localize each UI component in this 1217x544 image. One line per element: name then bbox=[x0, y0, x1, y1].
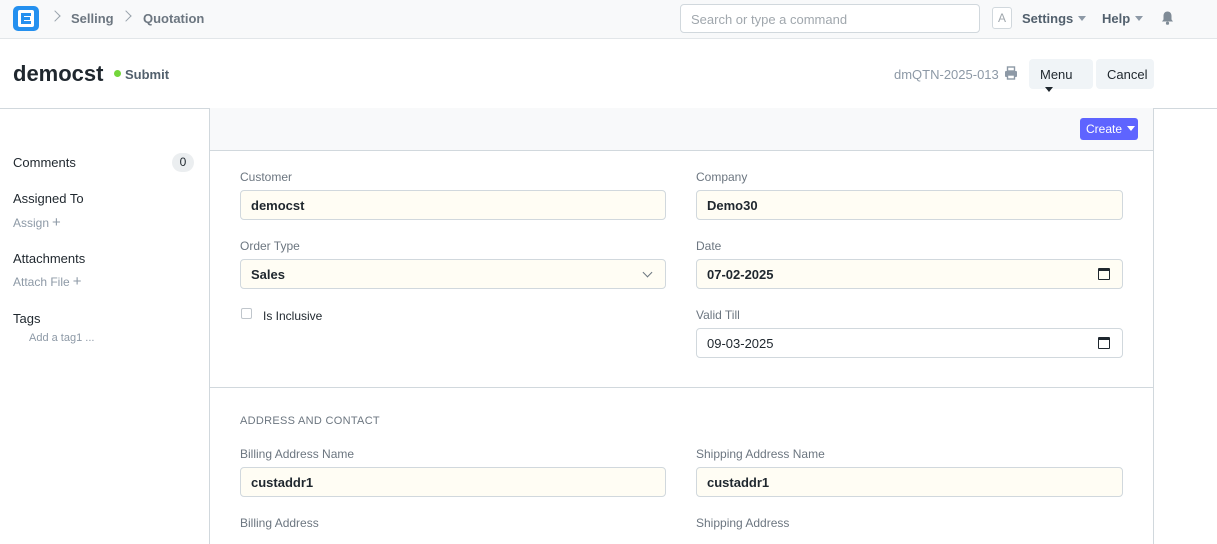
caret-down-icon bbox=[1135, 16, 1144, 21]
printer-icon[interactable] bbox=[1004, 66, 1018, 80]
status-indicator-icon bbox=[114, 70, 121, 77]
billing-address-label: Billing Address bbox=[240, 516, 319, 530]
section-heading-address[interactable]: ADDRESS AND CONTACT bbox=[240, 415, 380, 427]
plus-icon: + bbox=[72, 273, 82, 290]
top-navbar: Selling Quotation Search or type a comma… bbox=[0, 0, 1217, 39]
settings-dropdown[interactable]: Settings bbox=[1022, 11, 1087, 26]
plus-icon: + bbox=[52, 214, 61, 231]
breadcrumb-selling[interactable]: Selling bbox=[71, 11, 114, 26]
valid-till-value: 09-03-2025 bbox=[707, 336, 774, 351]
form-toolbar: Create bbox=[210, 108, 1153, 151]
sidebar-attachments-label: Attachments bbox=[13, 251, 86, 266]
comments-count-badge: 0 bbox=[172, 153, 194, 172]
sidebar-tags-label: Tags bbox=[13, 311, 41, 326]
caret-down-icon bbox=[1127, 126, 1136, 131]
order-type-value: Sales bbox=[251, 267, 285, 282]
caret-down-icon bbox=[1078, 16, 1087, 21]
breadcrumb-separator-icon bbox=[120, 10, 132, 22]
date-value: 07-02-2025 bbox=[707, 267, 774, 282]
company-field[interactable]: Demo30 bbox=[696, 190, 1123, 220]
attach-file-label: Attach File bbox=[13, 275, 70, 289]
date-label: Date bbox=[696, 239, 722, 253]
sidebar-comments-label[interactable]: Comments bbox=[13, 155, 76, 170]
company-label: Company bbox=[696, 170, 748, 184]
bell-icon[interactable] bbox=[1161, 11, 1174, 25]
is-inclusive-checkbox[interactable] bbox=[241, 308, 252, 319]
help-dropdown[interactable]: Help bbox=[1102, 11, 1144, 26]
settings-label: Settings bbox=[1022, 11, 1074, 26]
help-label: Help bbox=[1102, 11, 1131, 26]
sidebar-assigned-label: Assigned To bbox=[13, 191, 84, 206]
breadcrumb-quotation[interactable]: Quotation bbox=[143, 11, 204, 26]
cancel-button[interactable]: Cancel bbox=[1096, 59, 1154, 89]
create-button[interactable]: Create bbox=[1080, 118, 1138, 140]
avatar[interactable]: A bbox=[992, 7, 1012, 29]
customer-field[interactable]: democst bbox=[240, 190, 666, 220]
calendar-icon[interactable] bbox=[1098, 337, 1110, 349]
order-type-select[interactable]: Sales bbox=[240, 259, 666, 289]
shipping-address-label: Shipping Address bbox=[696, 516, 790, 530]
billing-address-name-label: Billing Address Name bbox=[240, 447, 355, 461]
is-inclusive-label: Is Inclusive bbox=[263, 309, 323, 323]
assign-link[interactable]: Assign + bbox=[13, 214, 61, 231]
breadcrumb-separator-icon bbox=[49, 10, 61, 22]
search-input[interactable]: Search or type a command bbox=[680, 4, 980, 33]
chevron-down-icon bbox=[642, 267, 653, 278]
shipping-address-name-field[interactable]: custaddr1 bbox=[696, 467, 1123, 497]
assign-label: Assign bbox=[13, 216, 50, 230]
status-badge: Submit bbox=[125, 67, 170, 82]
quotation-form: Create Customer democst Order Type Sales… bbox=[209, 108, 1154, 544]
attach-file-link[interactable]: Attach File + bbox=[13, 273, 81, 290]
menu-button[interactable]: Menu bbox=[1029, 59, 1093, 92]
document-id: dmQTN-2025-013 bbox=[894, 67, 999, 82]
valid-till-label: Valid Till bbox=[696, 308, 740, 322]
billing-address-name-field[interactable]: custaddr1 bbox=[240, 467, 666, 497]
calendar-icon[interactable] bbox=[1098, 268, 1110, 280]
create-label: Create bbox=[1086, 122, 1123, 136]
section-divider bbox=[210, 387, 1153, 388]
order-type-label: Order Type bbox=[240, 239, 300, 253]
caret-down-icon bbox=[1045, 87, 1053, 92]
shipping-address-name-label: Shipping Address Name bbox=[696, 447, 825, 461]
page-title: democst bbox=[13, 61, 104, 86]
app-logo-icon[interactable] bbox=[13, 6, 39, 31]
menu-label: Menu bbox=[1040, 67, 1073, 82]
date-field[interactable]: 07-02-2025 bbox=[696, 259, 1123, 289]
add-tag-link[interactable]: Add a tag1 ... bbox=[29, 332, 94, 344]
customer-label: Customer bbox=[240, 170, 293, 184]
valid-till-field[interactable]: 09-03-2025 bbox=[696, 328, 1123, 358]
